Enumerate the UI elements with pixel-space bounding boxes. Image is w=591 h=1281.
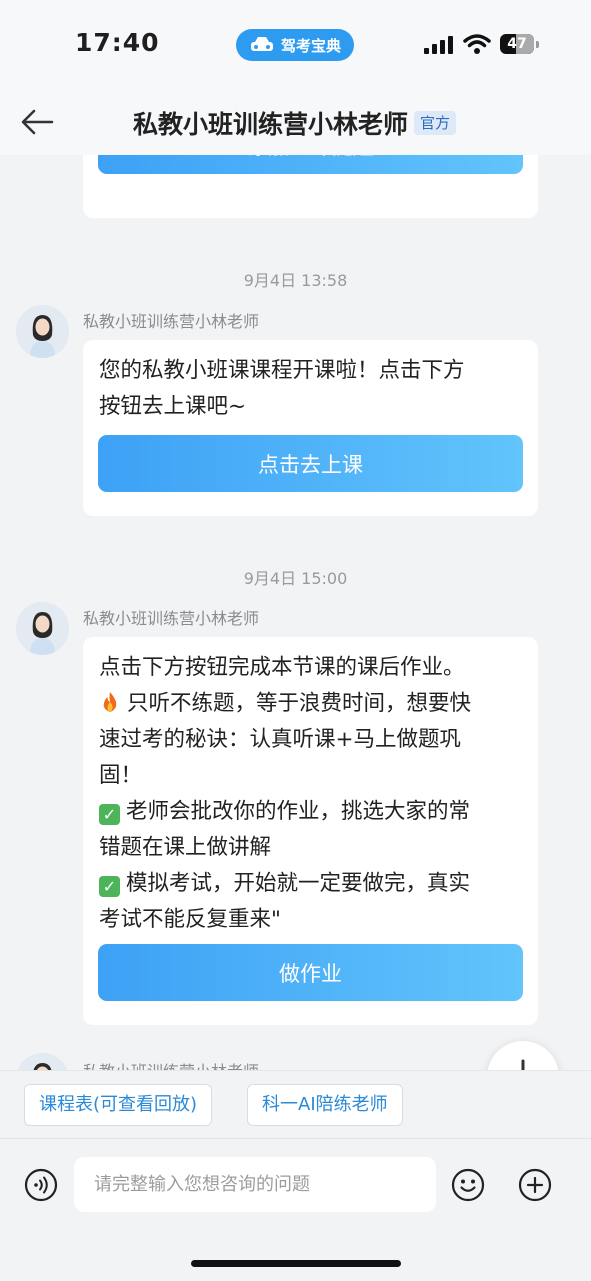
chat-message-list[interactable]: 添加上课提醒 9月4日 13:58 私教小班训练营小林老师 您的私教小班课课程开…	[0, 155, 591, 1070]
message-line-with-icon: ✓ 模拟考试，开始就一定要做完，真实	[99, 866, 522, 902]
navigation-bar: 私教小班训练营小林老师 官方	[0, 90, 591, 155]
add-reminder-button[interactable]: 添加上课提醒	[98, 155, 523, 174]
back-arrow-icon[interactable]	[18, 106, 58, 138]
checkmark-icon: ✓	[99, 876, 120, 897]
message-line-with-icon: ✓ 老师会批改你的作业，挑选大家的常	[99, 794, 522, 830]
message-card: 点击下方按钮完成本节课的课后作业。 只听不练题，等于浪费时间，想要快 速过考的秘…	[83, 637, 538, 1025]
message-line: 考试不能反复重来"	[99, 907, 281, 932]
fire-icon	[103, 692, 117, 712]
teacher-avatar-icon	[16, 602, 69, 655]
status-bar: 17:40 驾考宝典 47	[0, 0, 591, 90]
go-to-class-button[interactable]: 点击去上课	[98, 435, 523, 492]
message-card: 添加上课提醒	[83, 155, 538, 218]
page-title: 私教小班训练营小林老师	[133, 110, 409, 139]
status-time: 17:40	[75, 28, 160, 57]
message-text: 点击下方按钮完成本节课的课后作业。 只听不练题，等于浪费时间，想要快 速过考的秘…	[99, 637, 522, 938]
quick-reply-schedule[interactable]: 课程表(可查看回放)	[24, 1084, 213, 1126]
sender-name: 私教小班训练营小林老师	[83, 1058, 259, 1070]
message-line: 点击下方按钮完成本节课的课后作业。	[99, 655, 465, 680]
add-plus-icon[interactable]	[518, 1168, 552, 1202]
message-line: 错题在课上做讲解	[99, 835, 272, 860]
avatar[interactable]	[16, 1053, 69, 1070]
sender-name: 私教小班训练营小林老师	[83, 609, 260, 628]
app-name: 驾考宝典	[280, 36, 341, 55]
message-line: 固！	[99, 763, 143, 788]
question-input[interactable]	[74, 1157, 436, 1212]
sender-name: 私教小班训练营小林老师	[83, 312, 260, 331]
do-homework-button[interactable]: 做作业	[98, 944, 523, 1001]
avatar[interactable]	[16, 602, 69, 655]
message-timestamp: 9月4日 13:58	[243, 271, 348, 290]
cellular-signal-icon	[424, 36, 453, 54]
battery-level: 47	[507, 36, 527, 52]
car-icon	[250, 37, 273, 51]
message-line: 按钮去上课吧~	[99, 394, 247, 419]
home-indicator	[191, 1260, 401, 1267]
wifi-icon	[463, 34, 491, 54]
teacher-avatar-icon	[16, 1053, 69, 1070]
message-timestamp: 9月4日 15:00	[243, 569, 348, 588]
quick-reply-bar: 课程表(可查看回放) 科一AI陪练老师	[0, 1070, 591, 1139]
teacher-avatar-icon	[16, 305, 69, 358]
message-line: 速过考的秘诀：认真听课+马上做题巩	[99, 727, 462, 752]
battery-indicator: 47	[500, 34, 539, 54]
emoji-icon[interactable]	[451, 1168, 485, 1202]
message-text: 您的私教小班课课程开课啦！点击下方 按钮去上课吧~	[99, 340, 522, 425]
avatar[interactable]	[16, 305, 69, 358]
quick-reply-ai-coach[interactable]: 科一AI陪练老师	[247, 1084, 403, 1126]
message-line: 您的私教小班课课程开课啦！点击下方	[99, 358, 465, 383]
message-line-with-icon: 只听不练题，等于浪费时间，想要快	[99, 686, 522, 722]
official-badge: 官方	[414, 111, 457, 135]
voice-input-icon[interactable]	[24, 1168, 58, 1202]
app-indicator-pill[interactable]: 驾考宝典	[236, 29, 354, 61]
checkmark-icon: ✓	[99, 804, 120, 825]
message-card: 您的私教小班课课程开课啦！点击下方 按钮去上课吧~ 点击去上课	[83, 340, 538, 516]
